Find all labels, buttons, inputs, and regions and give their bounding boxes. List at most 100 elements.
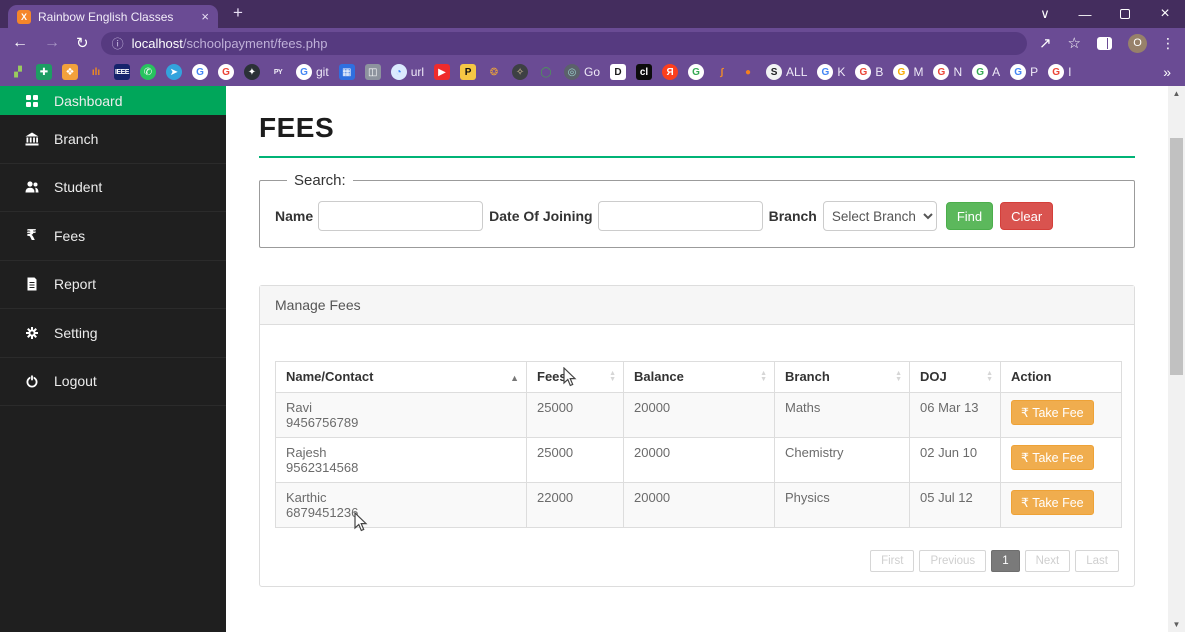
forward-button[interactable]: → xyxy=(44,35,60,51)
bookmark-telegram[interactable]: ➤ xyxy=(166,64,182,80)
clear-button[interactable]: Clear xyxy=(1000,202,1054,230)
column-header-name-contact[interactable]: Name/Contact ▲ xyxy=(275,361,527,393)
bookmark-green-ring[interactable]: ◯ xyxy=(538,64,554,80)
cell-action: ₹ Take Fee xyxy=(1000,392,1122,438)
bookmark-yandex[interactable]: Я xyxy=(662,64,679,80)
bookmark-g-n[interactable]: GN xyxy=(933,64,962,80)
bookmark-ieee[interactable]: IEEE xyxy=(114,64,130,80)
bookmark-p-yellow[interactable]: P xyxy=(460,64,477,80)
browser-tab[interactable]: X Rainbow English Classes × xyxy=(8,5,218,28)
share-icon[interactable]: ↗ xyxy=(1039,34,1052,52)
sidebar-item-student[interactable]: Student xyxy=(0,164,226,212)
sidebar-item-setting[interactable]: Setting xyxy=(0,309,226,358)
doj-input[interactable] xyxy=(597,201,763,231)
bookmark-gray-cam[interactable]: ◫ xyxy=(364,64,381,80)
pagination-next[interactable]: Next xyxy=(1024,550,1071,572)
tab-close-icon[interactable]: × xyxy=(201,10,209,23)
cell-fees: 22000 xyxy=(526,482,624,528)
sidebar-item-logout[interactable]: Logout xyxy=(0,358,226,406)
menu-dots-icon[interactable]: ⋮ xyxy=(1161,35,1175,52)
back-button[interactable]: ← xyxy=(12,35,28,51)
pagination-first[interactable]: First xyxy=(870,550,915,572)
sidebar-label: Student xyxy=(54,179,103,196)
side-panel-icon[interactable] xyxy=(1097,36,1112,50)
bookmark-movie[interactable]: ❂ xyxy=(486,64,502,80)
bookmark-duck[interactable]: D xyxy=(610,64,627,80)
bookmark-g-b[interactable]: GB xyxy=(855,64,883,80)
chevron-down-icon[interactable]: ∨ xyxy=(1025,0,1065,28)
bookmark-google-git[interactable]: Ggit xyxy=(296,64,329,80)
titlebar: X Rainbow English Classes × + ∨ — × xyxy=(0,0,1185,28)
bookmark-go[interactable]: ◎ Go xyxy=(564,64,600,80)
find-button[interactable]: Find xyxy=(945,202,994,230)
scroll-up-icon[interactable]: ▲ xyxy=(1168,89,1185,98)
google-git-icon: G xyxy=(296,64,312,80)
take-fee-button[interactable]: ₹ Take Fee xyxy=(1011,490,1094,515)
bookmarks-overflow-icon[interactable]: » xyxy=(1163,64,1177,80)
bookmark-g-k[interactable]: GK xyxy=(817,64,845,80)
new-tab-button[interactable]: + xyxy=(233,3,243,23)
bookmark-g-i[interactable]: GI xyxy=(1048,64,1071,80)
pagination-previous[interactable]: Previous xyxy=(919,550,987,572)
bookmark-globe-all[interactable]: S ALL xyxy=(766,64,807,80)
bookmark-cart[interactable]: ✧ xyxy=(512,64,529,80)
cell-fees: 25000 xyxy=(526,437,624,483)
column-header-balance[interactable]: Balance ▲ ▼ xyxy=(623,361,775,393)
address-bar[interactable]: ⓘ localhost/schoolpayment/fees.php xyxy=(100,31,1027,55)
column-header-branch[interactable]: Branch ▲ ▼ xyxy=(774,361,910,393)
bookmark-orange-badge[interactable]: ❖ xyxy=(62,64,78,80)
bookmark-g-a[interactable]: GA xyxy=(972,64,1000,80)
take-fee-button[interactable]: ₹ Take Fee xyxy=(1011,445,1094,470)
bookmark-green-cross[interactable]: ✚ xyxy=(36,64,52,80)
green-cross-icon: ✚ xyxy=(36,64,52,80)
orange-dot-icon: ● xyxy=(745,66,752,78)
bookmark-github[interactable]: ✦ xyxy=(244,64,260,80)
close-button[interactable]: × xyxy=(1145,0,1185,28)
bookmark-star-icon[interactable]: ☆ xyxy=(1068,34,1081,52)
bookmark-label: I xyxy=(1068,65,1072,79)
sidebar-item-branch[interactable]: Branch xyxy=(0,115,226,164)
scrollbar[interactable]: ▲ ▼ xyxy=(1168,86,1185,632)
sidebar-label: Dashboard xyxy=(54,92,123,109)
bookmark-py[interactable]: PY xyxy=(270,64,286,80)
sidebar-item-dashboard[interactable]: Dashboard xyxy=(0,86,226,115)
green-ring-icon: ◯ xyxy=(540,66,552,78)
bookmark-blue-app[interactable]: ▦ xyxy=(338,64,355,80)
bookmark-g-m[interactable]: GM xyxy=(893,64,923,80)
bookmark-orange-dot[interactable]: ● xyxy=(740,64,756,80)
bookmark-g-p[interactable]: GP xyxy=(1010,64,1038,80)
pagination-last[interactable]: Last xyxy=(1075,550,1119,572)
bookmark-url[interactable]: ◔ url xyxy=(390,64,424,80)
telegram-icon: ➤ xyxy=(166,64,182,80)
bookmark-leaf[interactable]: ▞ xyxy=(10,64,26,80)
whatsapp-icon: ✆ xyxy=(140,64,156,80)
branch-label: Branch xyxy=(768,208,817,224)
window-controls: ∨ — × xyxy=(1025,0,1185,28)
sidebar-item-report[interactable]: Report xyxy=(0,261,226,309)
take-fee-button[interactable]: ₹ Take Fee xyxy=(1011,400,1094,425)
bookmark-swoosh[interactable]: ∫ xyxy=(714,64,730,80)
scroll-down-icon[interactable]: ▼ xyxy=(1168,620,1185,629)
site-info-icon[interactable]: ⓘ xyxy=(112,35,124,52)
bookmark-google-red[interactable]: G xyxy=(218,64,234,80)
column-header-doj[interactable]: DOJ ▲ ▼ xyxy=(909,361,1001,393)
g-n-icon: G xyxy=(933,64,950,80)
bookmark-analytics[interactable]: ılı xyxy=(88,64,104,80)
bookmark-google-blue[interactable]: G xyxy=(192,64,208,80)
minimize-button[interactable]: — xyxy=(1065,0,1105,28)
column-header-action[interactable]: Action xyxy=(1000,361,1122,393)
column-header-fees[interactable]: Fees ▲ ▼ xyxy=(526,361,624,393)
profile-avatar[interactable]: O xyxy=(1128,33,1147,53)
cl-icon: cl xyxy=(636,64,653,80)
bookmark-whatsapp[interactable]: ✆ xyxy=(140,64,156,80)
bookmark-google-green[interactable]: G xyxy=(688,64,705,80)
bookmark-cl[interactable]: cl xyxy=(636,64,653,80)
reload-button[interactable]: ↻ xyxy=(76,36,89,51)
branch-select[interactable]: Select Branch xyxy=(822,201,937,231)
pagination-page-1[interactable]: 1 xyxy=(991,550,1020,572)
sidebar-item-fees[interactable]: ₹ Fees xyxy=(0,212,226,261)
maximize-button[interactable] xyxy=(1105,0,1145,28)
scrollbar-thumb[interactable] xyxy=(1170,138,1183,375)
bookmark-youtube[interactable]: ▶ xyxy=(434,64,451,80)
name-input[interactable] xyxy=(318,201,484,231)
